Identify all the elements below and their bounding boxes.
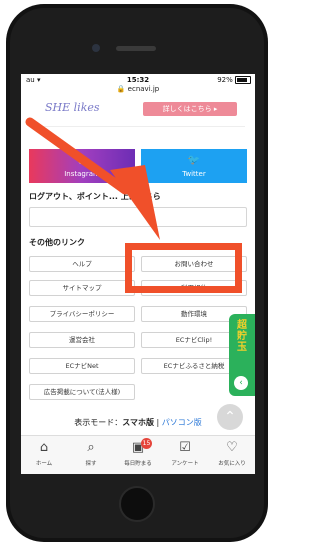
contact-highlight-box bbox=[125, 243, 242, 293]
